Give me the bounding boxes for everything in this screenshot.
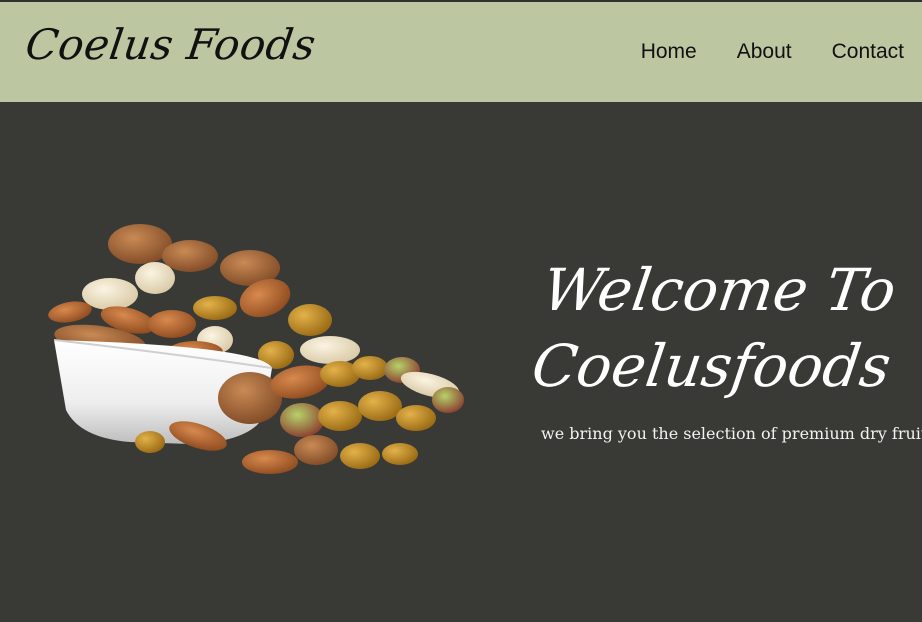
main-nav: Home About Contact	[641, 40, 904, 64]
hero-heading-line2: Coelusfoods	[527, 332, 895, 400]
dry-fruits-bowl-image	[40, 220, 472, 482]
nav-contact-link[interactable]: Contact	[832, 40, 904, 64]
nav-home-link[interactable]: Home	[641, 40, 697, 64]
nav-about-link[interactable]: About	[737, 40, 792, 64]
navbar: Coelus Foods Home About Contact	[0, 2, 922, 102]
brand-logo[interactable]: Coelus Foods	[23, 20, 319, 69]
hero-tagline: we bring you the selection of premium dr…	[541, 424, 922, 443]
hero-heading: Welcome To Coelusfoods	[527, 252, 922, 404]
hero-section: Welcome To Coelusfoods we bring you the …	[0, 102, 922, 622]
dry-fruits-illustration	[48, 224, 464, 474]
hero-heading-line1: Welcome To	[538, 256, 901, 324]
